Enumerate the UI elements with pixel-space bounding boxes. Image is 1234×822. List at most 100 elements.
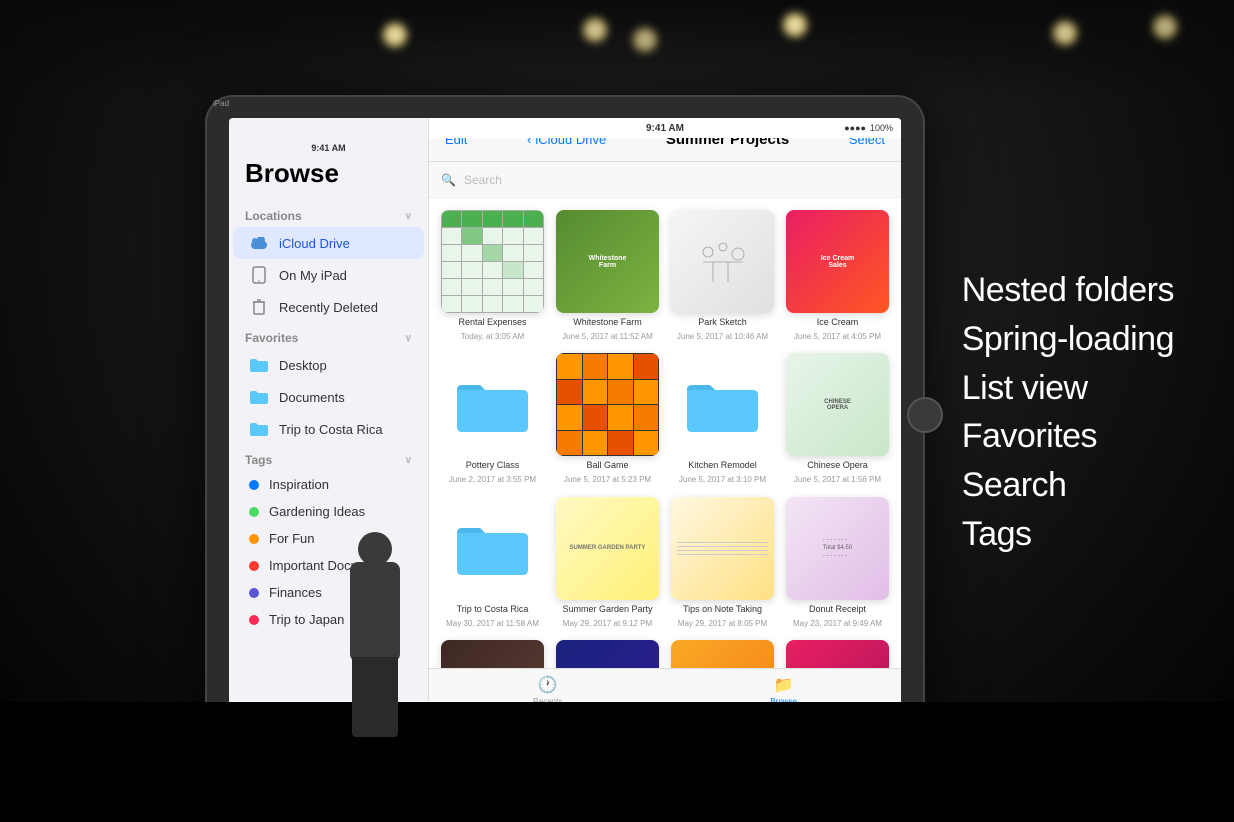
file-name-10: Tips on Note Taking bbox=[683, 604, 762, 615]
search-bar[interactable]: 🔍 Search bbox=[429, 162, 901, 198]
file-item-pottery-class[interactable]: Pottery Class June 2, 2017 at 3:55 PM bbox=[441, 353, 544, 484]
sidebar-item-on-my-ipad[interactable]: On My iPad bbox=[233, 259, 424, 291]
file-name-8: Trip to Costa Rica bbox=[457, 604, 529, 615]
file-item-ice-cream[interactable]: Ice CreamSales Ice Cream June 5, 2017 at… bbox=[786, 210, 889, 341]
status-right: ●●●● 100% bbox=[844, 123, 893, 133]
browse-icon: 📁 bbox=[774, 675, 794, 695]
feature-list-view: List view bbox=[962, 368, 1174, 409]
ceiling-light-4 bbox=[780, 10, 810, 40]
file-item-trip-costa-rica[interactable]: Trip to Costa Rica May 30, 2017 at 11:58… bbox=[441, 497, 544, 628]
file-thumbnail-ball-game bbox=[556, 353, 659, 456]
locations-section-header: Locations ∨ bbox=[229, 201, 428, 227]
file-date-5: June 5, 2017 at 5:23 PM bbox=[564, 475, 651, 485]
favorites-section-header: Favorites ∨ bbox=[229, 323, 428, 349]
file-thumbnail-dark: 🎭 bbox=[441, 640, 544, 668]
sidebar-item-documents[interactable]: Documents bbox=[233, 381, 424, 413]
status-battery: 100% bbox=[870, 123, 893, 133]
search-icon: 🔍 bbox=[441, 173, 456, 187]
file-item-tips-note-taking[interactable]: Tips on Note Taking May 29, 2017 at 8:05… bbox=[671, 497, 774, 628]
recents-icon: 🕐 bbox=[538, 675, 558, 695]
file-thumbnail-folder-costa-rica bbox=[441, 497, 544, 600]
sidebar-title: Browse bbox=[229, 158, 428, 201]
feature-nested-folders: Nested folders bbox=[962, 270, 1174, 311]
file-item-kitchen-remodel[interactable]: Kitchen Remodel June 5, 2017 at 3:10 PM bbox=[671, 353, 774, 484]
file-item-ball-game[interactable]: Ball Game June 5, 2017 at 5:23 PM bbox=[556, 353, 659, 484]
file-name-11: Donut Receipt bbox=[809, 604, 866, 615]
file-item-photo-1[interactable]: 🎭 bbox=[441, 640, 544, 668]
file-item-photo-2[interactable]: 🎨 bbox=[556, 640, 659, 668]
tag-dot-finances bbox=[249, 588, 259, 598]
locations-arrow: ∨ bbox=[405, 211, 412, 222]
sidebar-item-inspiration[interactable]: Inspiration bbox=[233, 471, 424, 498]
presenter-legs bbox=[352, 657, 398, 737]
ipad-frame: iPad 9:41 AM Browse Locations ∨ iCloud D bbox=[205, 95, 925, 735]
ipad-screen: 9:41 AM Browse Locations ∨ iCloud Drive bbox=[229, 118, 901, 712]
file-item-rental-expenses[interactable]: Rental Expenses Today, at 3:05 AM bbox=[441, 210, 544, 341]
file-date-3: June 5, 2017 at 4:05 PM bbox=[794, 332, 881, 342]
ceiling-light-1 bbox=[380, 20, 410, 50]
file-date-6: June 5, 2017 at 3:10 PM bbox=[679, 475, 766, 485]
icloud-icon bbox=[249, 233, 269, 253]
tag-dot-for-fun bbox=[249, 534, 259, 544]
feature-favorites: Favorites bbox=[962, 416, 1174, 457]
file-name-1: Whitestone Farm bbox=[573, 317, 642, 328]
file-date-11: May 23, 2017 at 9:49 AM bbox=[793, 619, 882, 629]
ipad-container: iPad 9:41 AM Browse Locations ∨ iCloud D bbox=[205, 95, 925, 735]
file-date-0: Today, at 3:05 AM bbox=[461, 332, 524, 342]
sidebar-item-desktop[interactable]: Desktop bbox=[233, 349, 424, 381]
file-thumbnail-folder-kitchen bbox=[671, 353, 774, 456]
file-thumbnail-sketch bbox=[671, 210, 774, 313]
tag-dot-important bbox=[249, 561, 259, 571]
file-grid: Rental Expenses Today, at 3:05 AM Whites… bbox=[429, 198, 901, 668]
file-item-park-sketch[interactable]: Park Sketch June 5, 2017 at 10:46 AM bbox=[671, 210, 774, 341]
sidebar-item-trip-costa-rica[interactable]: Trip to Costa Rica bbox=[233, 413, 424, 445]
status-time: 9:41 AM bbox=[646, 123, 684, 134]
file-thumbnail-notes bbox=[671, 497, 774, 600]
status-signal: ●●●● bbox=[844, 123, 866, 133]
file-name-9: Summer Garden Party bbox=[562, 604, 652, 615]
file-date-10: May 29, 2017 at 8:05 PM bbox=[678, 619, 767, 629]
file-item-whitestone-farm[interactable]: WhitestoneFarm Whitestone Farm June 5, 2… bbox=[556, 210, 659, 341]
file-name-4: Pottery Class bbox=[466, 460, 520, 471]
search-placeholder: Search bbox=[464, 173, 502, 187]
ceiling-light-3 bbox=[630, 25, 660, 55]
features-list: Nested folders Spring-loading List view … bbox=[962, 270, 1174, 555]
ceiling bbox=[0, 0, 1234, 100]
file-date-1: June 5, 2017 at 11:52 AM bbox=[562, 332, 653, 342]
file-name-2: Park Sketch bbox=[698, 317, 747, 328]
file-date-9: May 29, 2017 at 9:12 PM bbox=[563, 619, 652, 629]
file-name-5: Ball Game bbox=[586, 460, 628, 471]
file-item-chinese-opera[interactable]: CHINESEOPERA Chinese Opera June 5, 2017 … bbox=[786, 353, 889, 484]
file-item-photo-3[interactable]: ☀️ bbox=[671, 640, 774, 668]
file-thumbnail-ice-cream: Ice CreamSales bbox=[786, 210, 889, 313]
file-item-summer-garden-party[interactable]: SUMMER GARDEN PARTY Summer Garden Party … bbox=[556, 497, 659, 628]
file-name-6: Kitchen Remodel bbox=[688, 460, 757, 471]
sidebar-item-recently-deleted[interactable]: Recently Deleted bbox=[233, 291, 424, 323]
sidebar-item-icloud-drive[interactable]: iCloud Drive bbox=[233, 227, 424, 259]
ipad-label: iPad bbox=[213, 99, 229, 108]
file-thumbnail-farm: WhitestoneFarm bbox=[556, 210, 659, 313]
tags-arrow: ∨ bbox=[405, 455, 412, 466]
tag-dot-inspiration bbox=[249, 480, 259, 490]
home-button[interactable] bbox=[907, 397, 943, 433]
tag-dot-trip-japan bbox=[249, 615, 259, 625]
main-content: 9:41 AM ●●●● 100% Edit ‹ iCloud Drive Su… bbox=[429, 118, 901, 712]
file-date-8: May 30, 2017 at 11:58 AM bbox=[446, 619, 539, 629]
feature-search: Search bbox=[962, 465, 1174, 506]
audience-silhouette bbox=[0, 702, 1234, 822]
presenter-figure bbox=[340, 532, 410, 732]
file-item-donut-receipt[interactable]: - - - - - - - Total $4.50 - - - - - - - … bbox=[786, 497, 889, 628]
ceiling-light-5 bbox=[1050, 18, 1080, 48]
trash-icon bbox=[249, 297, 269, 317]
ipad-device-icon bbox=[249, 265, 269, 285]
file-name-7: Chinese Opera bbox=[807, 460, 868, 471]
tag-dot-gardening bbox=[249, 507, 259, 517]
folder-icon-documents bbox=[249, 387, 269, 407]
file-thumbnail-opera: CHINESEOPERA bbox=[786, 353, 889, 456]
ceiling-light-2 bbox=[580, 15, 610, 45]
file-thumbnail-pink: 🌸 bbox=[786, 640, 889, 668]
sidebar-item-gardening[interactable]: Gardening Ideas bbox=[233, 498, 424, 525]
file-item-photo-4[interactable]: 🌸 bbox=[786, 640, 889, 668]
file-thumbnail-summer: SUMMER GARDEN PARTY bbox=[556, 497, 659, 600]
file-date-7: June 5, 2017 at 1:56 PM bbox=[794, 475, 881, 485]
